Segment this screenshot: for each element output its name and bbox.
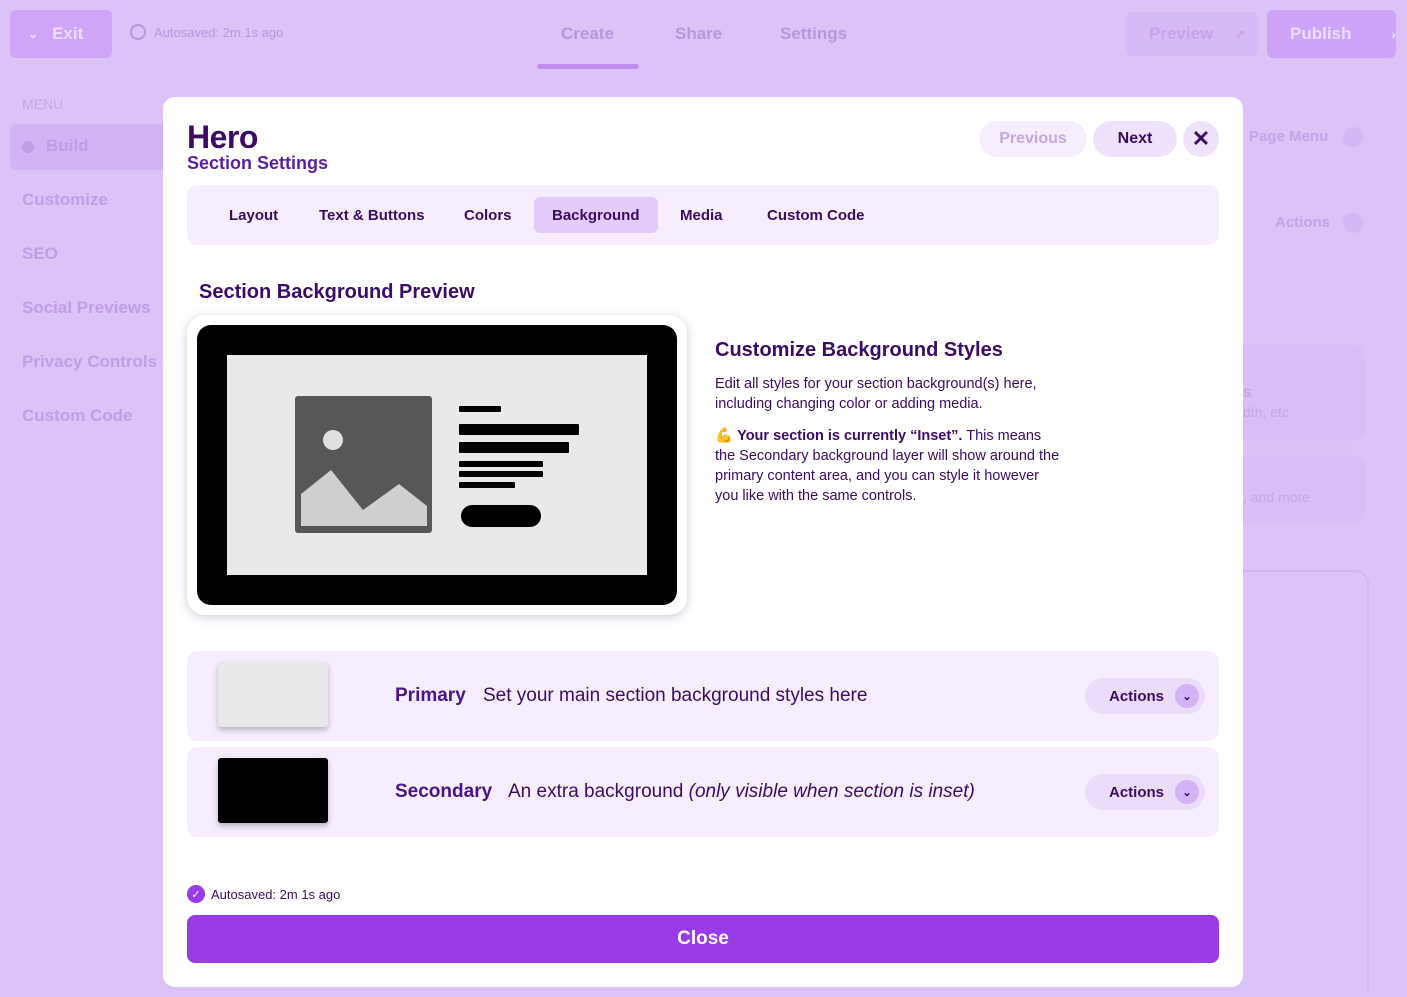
secondary-background-layer <box>197 325 677 605</box>
autosave-text: Autosaved: 2m 1s ago <box>211 886 341 902</box>
sun-shape <box>323 430 343 450</box>
tab-colors[interactable]: Colors <box>446 197 530 233</box>
row-description: Set your main section background styles … <box>483 685 867 707</box>
actions-label: Actions <box>1109 783 1165 801</box>
background-row-primary: Primary Set your main section background… <box>187 651 1219 741</box>
preview-label: Preview <box>1149 24 1214 43</box>
top-bar: ⌄ Exit Autosaved: 2m 1s ago Create Share… <box>0 0 1407 69</box>
close-button[interactable]: Close <box>187 915 1219 963</box>
text-line-placeholder <box>459 406 501 412</box>
chevron-down-icon: ⌄ <box>1175 780 1199 804</box>
dot-icon <box>22 141 34 153</box>
card-text-fragment: dth, etc. <box>1243 404 1293 420</box>
preview-button[interactable]: Preview ↗ <box>1126 12 1258 56</box>
tab-text-buttons[interactable]: Text & Buttons <box>301 197 443 233</box>
info-title: Customize Background Styles <box>715 339 1003 361</box>
image-placeholder-icon <box>295 396 432 533</box>
autosave-status: ✓ Autosaved: 2m 1s ago <box>187 885 340 903</box>
tab-background[interactable]: Background <box>534 197 658 233</box>
tab-share[interactable]: Share <box>675 24 722 44</box>
inset-notice: 💪 Your section is currently “Inset”. Thi… <box>715 426 1060 506</box>
bg-card <box>1243 345 1365 441</box>
row-name: Secondary <box>395 781 493 802</box>
tab-media[interactable]: Media <box>662 197 741 233</box>
row-description: An extra background (only visible when s… <box>508 781 975 803</box>
tab-create[interactable]: Create <box>561 24 614 44</box>
active-tab-indicator <box>537 64 639 69</box>
background-preview <box>187 315 687 615</box>
close-icon[interactable]: ✕ <box>1183 121 1219 157</box>
background-row-secondary: Secondary An extra background (only visi… <box>187 747 1219 837</box>
secondary-swatch[interactable] <box>218 758 328 823</box>
row-desc-italic: (only visible when section is inset) <box>688 781 975 802</box>
previous-button[interactable]: Previous <box>979 121 1087 157</box>
sidebar-item-custom-code[interactable]: Custom Code <box>22 406 133 426</box>
actions-button-bg[interactable]: Actions <box>1275 214 1330 231</box>
check-circle-icon: ✓ <box>187 885 205 903</box>
actions-button[interactable]: Actions ⌄ <box>1085 678 1205 714</box>
bg-box <box>1243 570 1369 990</box>
sidebar-item-customize[interactable]: Customize <box>22 190 108 210</box>
card-text-fragment: , and more <box>1243 489 1310 505</box>
modal-title: Hero <box>187 119 258 155</box>
card-text-fragment: s <box>1243 384 1252 401</box>
page-menu-button[interactable]: Page Menu <box>1249 128 1328 145</box>
text-line-placeholder <box>459 442 569 453</box>
button-placeholder <box>461 505 541 527</box>
sidebar-item-build-bg <box>10 124 170 170</box>
tab-layout[interactable]: Layout <box>211 197 296 233</box>
text-line-placeholder <box>459 471 543 477</box>
row-desc-text: Set your main section background styles … <box>483 685 868 706</box>
menu-title: MENU <box>22 96 64 112</box>
preview-heading: Section Background Preview <box>199 281 475 303</box>
mountain-shape <box>301 470 427 526</box>
inset-notice-bold: Your section is currently “Inset”. <box>737 428 963 444</box>
right-panel: Page Menu Actions s dth, etc. , and more <box>1243 0 1407 997</box>
text-line-placeholder <box>459 482 515 488</box>
chevron-down-icon: ⌄ <box>1175 684 1199 708</box>
primary-swatch[interactable] <box>218 662 328 727</box>
info-description: Edit all styles for your section backgro… <box>715 376 1037 412</box>
section-settings-modal: Hero Section Settings Previous Next ✕ La… <box>163 97 1243 987</box>
actions-label: Actions <box>1109 687 1165 705</box>
modal-subtitle: Section Settings <box>187 153 329 173</box>
actions-button[interactable]: Actions ⌄ <box>1085 774 1205 810</box>
sidebar-item-build[interactable]: Build <box>46 136 89 156</box>
text-line-placeholder <box>459 461 543 467</box>
next-button[interactable]: Next <box>1093 121 1177 157</box>
chevron-down-icon <box>1343 127 1363 147</box>
primary-background-layer <box>227 355 647 575</box>
sidebar-item-seo[interactable]: SEO <box>22 244 58 264</box>
tab-settings[interactable]: Settings <box>780 24 847 44</box>
text-line-placeholder <box>459 424 579 435</box>
settings-tabs: Layout Text & Buttons Colors Background … <box>187 185 1219 245</box>
flexed-biceps-icon: 💪 <box>715 428 734 444</box>
sidebar-item-social-previews[interactable]: Social Previews <box>22 298 151 318</box>
row-desc-text: An extra background <box>508 781 689 802</box>
sidebar-item-privacy-controls[interactable]: Privacy Controls <box>22 352 157 372</box>
tab-custom-code[interactable]: Custom Code <box>749 197 883 233</box>
chevron-down-icon <box>1343 213 1363 233</box>
row-name: Primary <box>395 685 466 706</box>
